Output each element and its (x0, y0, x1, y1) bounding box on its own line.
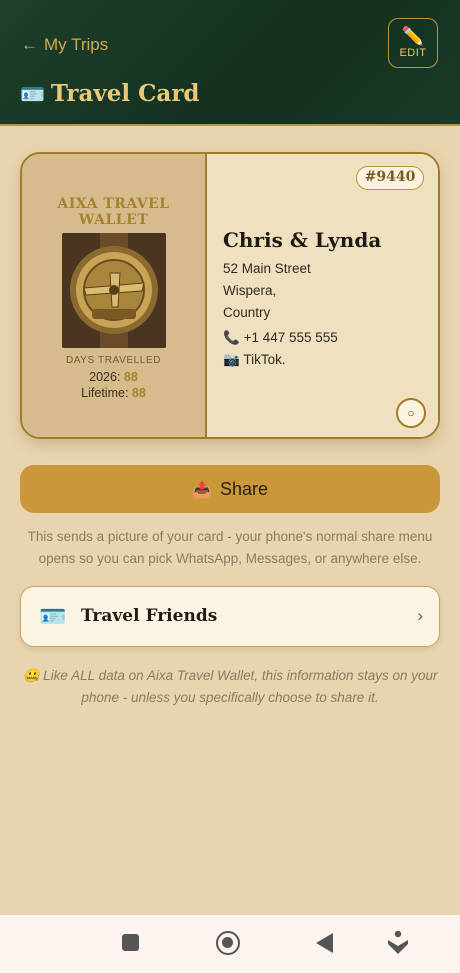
address-line-1: 52 Main Street (223, 261, 311, 276)
accessibility-icon[interactable] (386, 930, 410, 956)
id-card-icon: 🪪 (39, 604, 67, 629)
zipper-mouth-icon: 🤐 (22, 668, 40, 683)
card-flip-button[interactable]: ○ (396, 398, 426, 428)
card-id-badge: #9440 (356, 166, 424, 190)
app-header: ← My Trips ✏️ EDIT 🪪 Travel Card (0, 0, 460, 126)
year-label: 2026: (89, 370, 121, 384)
year-days-value: 88 (123, 370, 138, 384)
lifetime-days-row: Lifetime: 88 (22, 386, 205, 400)
page-title-text: Travel Card (50, 80, 200, 107)
social-handle: TikTok. (243, 352, 286, 367)
card-photo (62, 233, 166, 348)
outbox-icon: 📤 (192, 482, 212, 499)
phone-row: 📞 +1 447 555 555 (223, 330, 338, 346)
page-title: 🪪 Travel Card (20, 80, 200, 107)
lifetime-label: Lifetime: (81, 386, 129, 400)
social-row: 📷 TikTok. (223, 352, 286, 368)
privacy-text: Like ALL data on Aixa Travel Wallet, thi… (43, 668, 438, 705)
chevron-right-icon: › (417, 606, 423, 625)
days-travelled-label: DAYS TRAVELLED (65, 355, 162, 366)
pencil-icon: ✏️ (401, 26, 425, 46)
id-card-icon: 🪪 (20, 82, 45, 106)
home-icon[interactable] (216, 931, 240, 955)
privacy-note: 🤐 Like ALL data on Aixa Travel Wallet, t… (20, 665, 440, 709)
share-button[interactable]: 📤 Share (20, 465, 440, 513)
edit-button[interactable]: ✏️ EDIT (388, 18, 438, 68)
brand-name: AIXA TRAVEL WALLET (57, 196, 170, 228)
system-nav-bar (0, 915, 460, 973)
back-link[interactable]: ← My Trips (21, 35, 108, 55)
camera-icon: 📷 (223, 352, 240, 367)
share-label: Share (219, 479, 268, 499)
address-line-3: Country (223, 305, 271, 320)
recents-icon[interactable] (122, 934, 139, 951)
travel-friends-button[interactable]: 🪪 Travel Friends › (20, 586, 440, 647)
address-line-2: Wispera, (223, 283, 277, 298)
year-days-row: 2026: 88 (22, 370, 205, 384)
back-icon[interactable] (316, 933, 333, 953)
lifetime-days-value: 88 (131, 386, 146, 400)
travel-friends-label: Travel Friends (81, 606, 218, 626)
card-left-panel: AIXA TRAVEL WALLET DAYS TRAVELLED 2026: … (22, 154, 207, 437)
phone-number: +1 447 555 555 (243, 330, 338, 345)
back-label: My Trips (44, 35, 109, 54)
card-holder-name: Chris & Lynda (223, 228, 382, 252)
edit-label: EDIT (399, 47, 427, 59)
compass-watch-image (62, 233, 166, 348)
travel-card: AIXA TRAVEL WALLET DAYS TRAVELLED 2026: … (20, 152, 440, 439)
share-note: This sends a picture of your card - your… (27, 529, 433, 566)
back-arrow-icon: ← (21, 35, 38, 54)
phone-icon: 📞 (223, 330, 240, 345)
